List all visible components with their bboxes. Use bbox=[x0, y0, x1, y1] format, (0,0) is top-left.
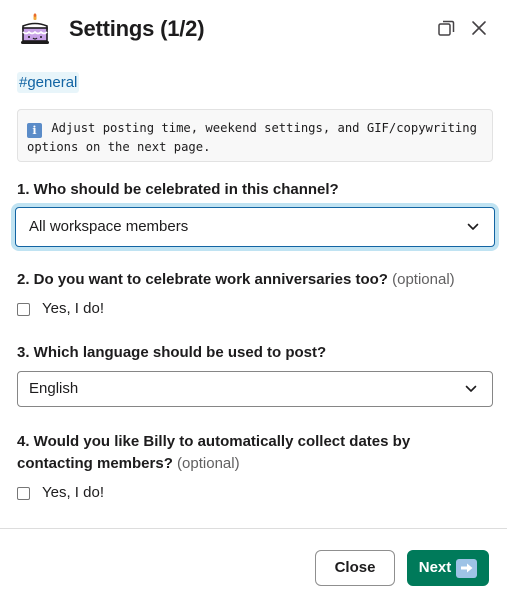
language-value: English bbox=[29, 380, 79, 397]
question-4-label: 4. Would you like Billy to automatically… bbox=[17, 431, 487, 475]
chevron-down-icon bbox=[465, 385, 477, 392]
anniversary-checkbox[interactable] bbox=[17, 302, 30, 316]
anniversary-checkbox-row[interactable]: Yes, I do! bbox=[17, 298, 104, 320]
birthday-cake-icon bbox=[21, 13, 49, 44]
question-2-text: 2. Do you want to celebrate work anniver… bbox=[17, 271, 388, 288]
expand-window-icon bbox=[437, 20, 454, 36]
close-modal-button[interactable] bbox=[468, 17, 490, 39]
next-button[interactable]: Next bbox=[407, 550, 489, 586]
info-icon: i bbox=[27, 123, 42, 138]
close-icon bbox=[472, 21, 486, 35]
collect-dates-checkbox-row[interactable]: Yes, I do! bbox=[17, 482, 104, 504]
right-arrow-icon bbox=[456, 558, 478, 578]
collect-dates-checkbox-label[interactable]: Yes, I do! bbox=[42, 482, 104, 504]
optional-tag: (optional) bbox=[392, 271, 455, 288]
channel-tag[interactable]: #general bbox=[17, 72, 80, 93]
info-block: i Adjust posting time, weekend settings,… bbox=[17, 109, 493, 162]
anniversary-checkbox-label[interactable]: Yes, I do! bbox=[42, 298, 104, 320]
question-2-label: 2. Do you want to celebrate work anniver… bbox=[17, 269, 455, 291]
collect-dates-checkbox[interactable] bbox=[17, 486, 30, 500]
info-text: Adjust posting time, weekend settings, a… bbox=[27, 121, 477, 154]
close-button[interactable]: Close bbox=[315, 550, 395, 586]
next-button-label: Next bbox=[418, 559, 452, 576]
question-1-label: 1. Who should be celebrated in this chan… bbox=[17, 181, 339, 198]
settings-modal: Settings (1/2) #general i Adjust posting… bbox=[0, 0, 507, 595]
question-3-label: 3. Which language should be used to post… bbox=[17, 344, 327, 361]
modal-header: Settings (1/2) bbox=[0, 0, 507, 60]
expand-button[interactable] bbox=[435, 17, 457, 39]
modal-title: Settings (1/2) bbox=[69, 16, 205, 41]
language-select[interactable]: English bbox=[17, 371, 493, 407]
chevron-down-icon bbox=[467, 223, 479, 230]
optional-tag: (optional) bbox=[177, 455, 240, 472]
celebrate-who-value: All workspace members bbox=[29, 218, 189, 235]
celebrate-who-select[interactable]: All workspace members bbox=[15, 207, 495, 247]
footer-divider bbox=[0, 528, 507, 529]
